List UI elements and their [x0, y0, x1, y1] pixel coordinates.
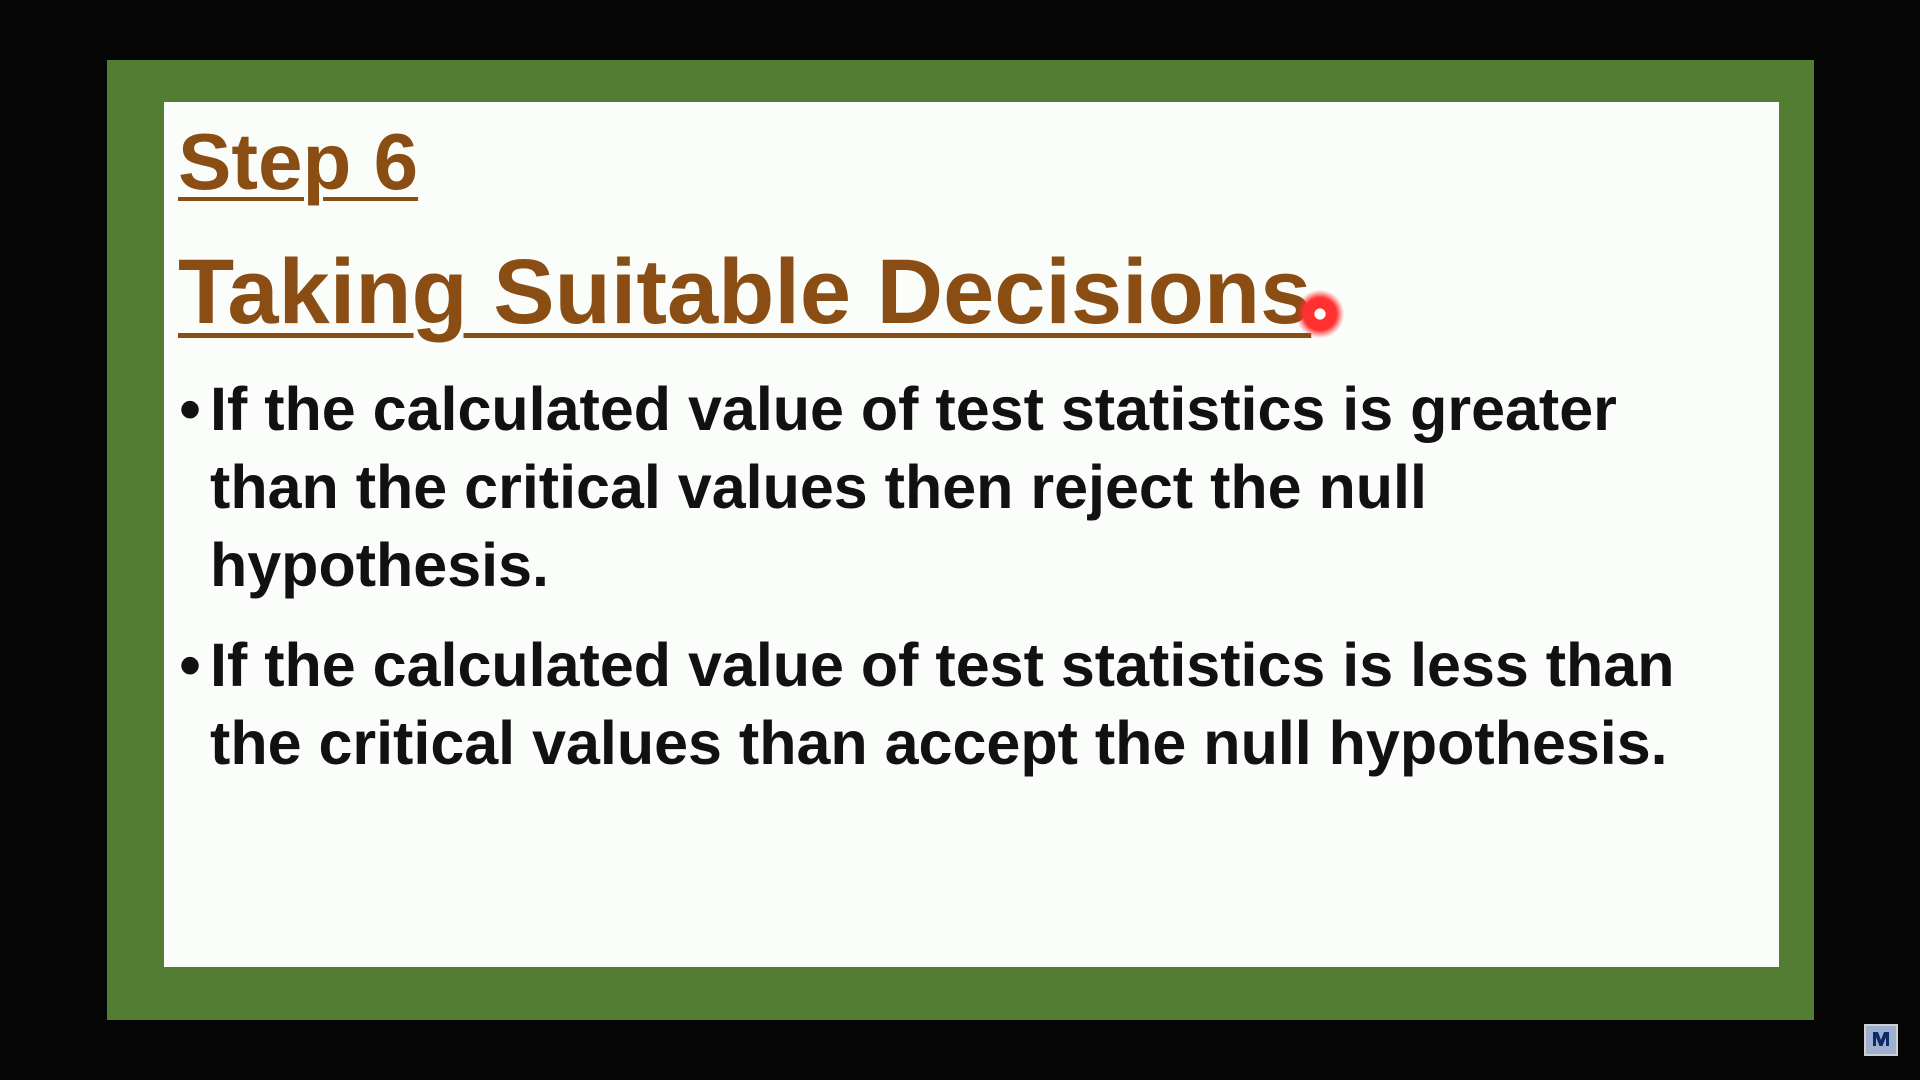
presentation-slide: Step 6 Taking Suitable Decisions • If th…	[164, 102, 1779, 967]
step-title: Step 6	[178, 117, 419, 206]
bullet-dot-icon: •	[179, 631, 201, 699]
slide-frame: Step 6 Taking Suitable Decisions • If th…	[107, 60, 1814, 1020]
video-screen: Step 6 Taking Suitable Decisions • If th…	[0, 0, 1920, 1080]
bullet-text-reject: If the calculated value of test statisti…	[210, 375, 1617, 599]
bullet-item-accept: • If the calculated value of test statis…	[178, 626, 1738, 782]
channel-logo-mark-icon	[1870, 1029, 1892, 1049]
channel-logo-icon	[1864, 1024, 1898, 1056]
bullet-dot-icon: •	[179, 375, 201, 443]
slide-title: Taking Suitable Decisions	[178, 241, 1312, 343]
bullet-list: • If the calculated value of test statis…	[178, 370, 1738, 804]
bullet-item-reject: • If the calculated value of test statis…	[178, 370, 1738, 604]
laser-pointer-dot-icon	[1296, 290, 1344, 338]
bullet-text-accept: If the calculated value of test statisti…	[210, 631, 1675, 777]
